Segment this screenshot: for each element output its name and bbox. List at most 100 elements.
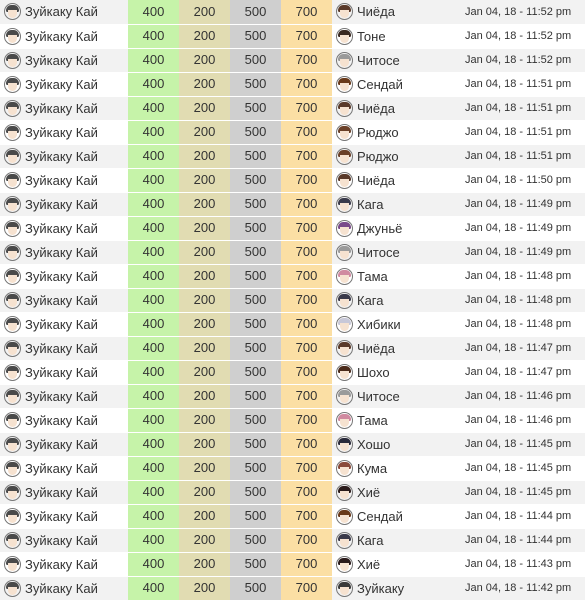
flagship-name: Зуйкаку Кай <box>25 436 98 452</box>
ammo-cell: 200 <box>179 120 230 145</box>
result-ship-avatar-icon <box>336 99 353 117</box>
fuel-cell: 400 <box>128 360 179 385</box>
result-ship-avatar-icon <box>336 3 353 21</box>
bauxite-cell: 700 <box>281 0 332 25</box>
table-row: Зуйкаку Кай 400 200 500 700 Хиё Jan 04, 18 - 1… <box>0 552 585 577</box>
steel-cell: 500 <box>230 456 281 481</box>
steel-value: 500 <box>244 172 267 187</box>
timestamp: Jan 04, 18 - 11:48 pm <box>465 318 572 330</box>
ammo-value: 200 <box>193 388 216 403</box>
ammo-value: 200 <box>193 172 216 187</box>
bauxite-value: 700 <box>295 244 318 259</box>
result-ship-name: Кага <box>357 292 384 308</box>
fuel-value: 400 <box>142 508 165 523</box>
ammo-value: 200 <box>193 100 216 115</box>
steel-cell: 500 <box>230 48 281 73</box>
steel-cell: 500 <box>230 288 281 313</box>
fuel-value: 400 <box>142 340 165 355</box>
timestamp: Jan 04, 18 - 11:52 pm <box>465 54 572 66</box>
ammo-cell: 200 <box>179 96 230 121</box>
ammo-value: 200 <box>193 364 216 379</box>
bauxite-value: 700 <box>295 148 318 163</box>
fuel-cell: 400 <box>128 240 179 265</box>
result-ship-avatar-icon <box>336 579 353 597</box>
bauxite-cell: 700 <box>281 96 332 121</box>
ammo-cell: 200 <box>179 480 230 505</box>
steel-value: 500 <box>244 508 267 523</box>
timestamp: Jan 04, 18 - 11:46 pm <box>465 414 572 426</box>
timestamp: Jan 04, 18 - 11:47 pm <box>465 342 572 354</box>
bauxite-cell: 700 <box>281 552 332 577</box>
timestamp: Jan 04, 18 - 11:48 pm <box>465 294 572 306</box>
fuel-cell: 400 <box>128 0 179 25</box>
flagship-cell: Зуйкаку Кай <box>0 408 128 433</box>
timestamp: Jan 04, 18 - 11:44 pm <box>465 534 572 546</box>
craft-log-rows: Зуйкаку Кай 400 200 500 700 Чиёда Jan 04, 18 -… <box>0 0 585 601</box>
result-cell: Рюджо <box>332 120 450 145</box>
flagship-avatar-icon <box>4 315 21 333</box>
flagship-cell: Зуйкаку Кай <box>0 312 128 337</box>
flagship-name: Зуйкаку Кай <box>25 268 98 284</box>
flagship-cell: Зуйкаку Кай <box>0 336 128 361</box>
ammo-value: 200 <box>193 52 216 67</box>
steel-value: 500 <box>244 28 267 43</box>
flagship-name: Зуйкаку Кай <box>25 460 98 476</box>
fuel-value: 400 <box>142 484 165 499</box>
fuel-value: 400 <box>142 172 165 187</box>
bauxite-value: 700 <box>295 436 318 451</box>
result-cell: Хошо <box>332 432 450 457</box>
result-ship-avatar-icon <box>336 267 353 285</box>
flagship-cell: Зуйкаку Кай <box>0 360 128 385</box>
bauxite-value: 700 <box>295 220 318 235</box>
timestamp-cell: Jan 04, 18 - 11:45 pm <box>450 480 585 505</box>
table-row: Зуйкаку Кай 400 200 500 700 Кума Jan 04, 18 - … <box>0 456 585 481</box>
result-cell: Тама <box>332 264 450 289</box>
result-cell: Сендай <box>332 72 450 97</box>
ammo-cell: 200 <box>179 144 230 169</box>
bauxite-value: 700 <box>295 292 318 307</box>
timestamp-cell: Jan 04, 18 - 11:46 pm <box>450 408 585 433</box>
flagship-name: Зуйкаку Кай <box>25 412 98 428</box>
fuel-cell: 400 <box>128 72 179 97</box>
flagship-name: Зуйкаку Кай <box>25 556 98 572</box>
timestamp-cell: Jan 04, 18 - 11:52 pm <box>450 0 585 25</box>
bauxite-cell: 700 <box>281 72 332 97</box>
timestamp-cell: Jan 04, 18 - 11:50 pm <box>450 168 585 193</box>
steel-value: 500 <box>244 556 267 571</box>
flagship-avatar-icon <box>4 435 21 453</box>
flagship-cell: Зуйкаку Кай <box>0 216 128 241</box>
fuel-cell: 400 <box>128 504 179 529</box>
timestamp: Jan 04, 18 - 11:51 pm <box>465 78 572 90</box>
fuel-value: 400 <box>142 580 165 595</box>
ammo-value: 200 <box>193 244 216 259</box>
ammo-cell: 200 <box>179 312 230 337</box>
timestamp-cell: Jan 04, 18 - 11:45 pm <box>450 432 585 457</box>
timestamp: Jan 04, 18 - 11:45 pm <box>465 486 572 498</box>
flagship-name: Зуйкаку Кай <box>25 196 98 212</box>
bauxite-cell: 700 <box>281 456 332 481</box>
result-cell: Кага <box>332 528 450 553</box>
flagship-avatar-icon <box>4 99 21 117</box>
ammo-value: 200 <box>193 268 216 283</box>
steel-value: 500 <box>244 436 267 451</box>
flagship-avatar-icon <box>4 291 21 309</box>
steel-cell: 500 <box>230 216 281 241</box>
fuel-value: 400 <box>142 316 165 331</box>
steel-cell: 500 <box>230 240 281 265</box>
timestamp: Jan 04, 18 - 11:51 pm <box>465 150 572 162</box>
fuel-value: 400 <box>142 52 165 67</box>
bauxite-cell: 700 <box>281 360 332 385</box>
bauxite-cell: 700 <box>281 288 332 313</box>
flagship-name: Зуйкаку Кай <box>25 484 98 500</box>
timestamp-cell: Jan 04, 18 - 11:47 pm <box>450 336 585 361</box>
table-row: Зуйкаку Кай 400 200 500 700 Сендай Jan 04, 18 … <box>0 504 585 529</box>
fuel-value: 400 <box>142 100 165 115</box>
fuel-cell: 400 <box>128 192 179 217</box>
timestamp: Jan 04, 18 - 11:52 pm <box>465 5 572 18</box>
timestamp: Jan 04, 18 - 11:48 pm <box>465 270 572 282</box>
steel-cell: 500 <box>230 168 281 193</box>
ammo-cell: 200 <box>179 336 230 361</box>
flagship-name: Зуйкаку Кай <box>25 148 98 164</box>
result-cell: Хибики <box>332 312 450 337</box>
bauxite-cell: 700 <box>281 312 332 337</box>
